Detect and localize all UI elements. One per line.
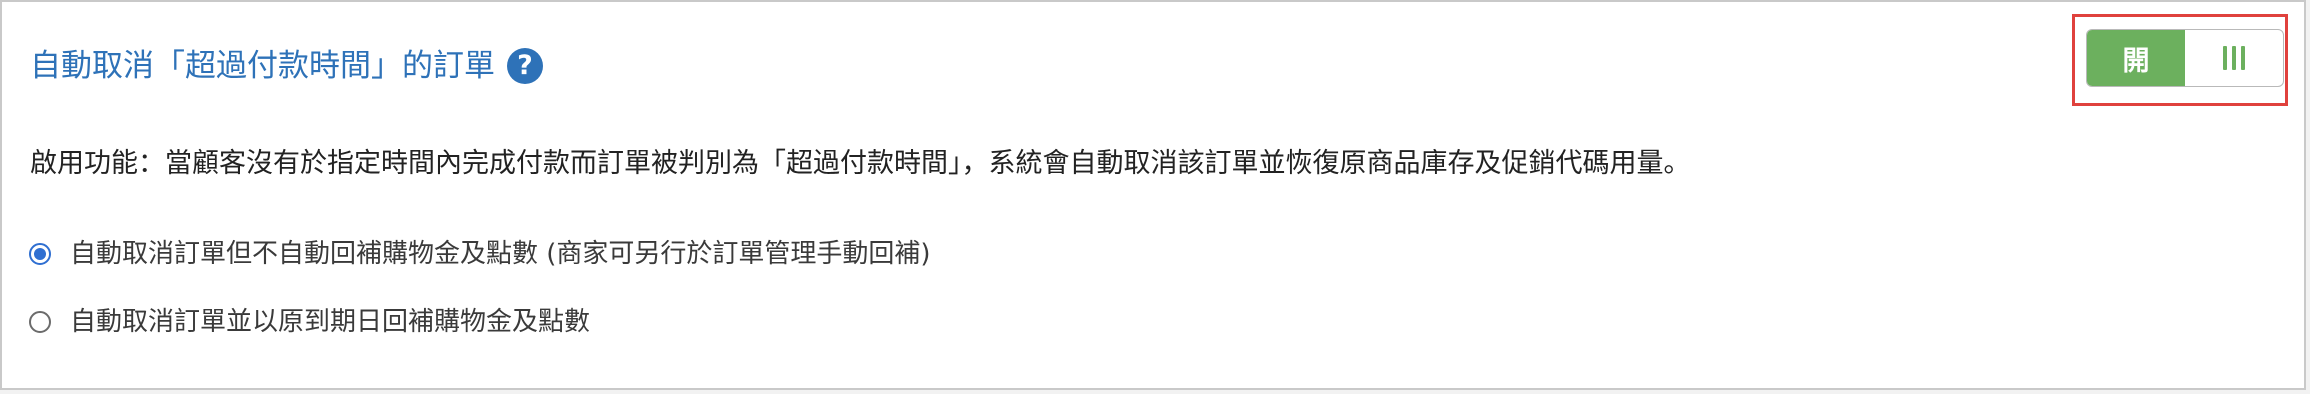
option-no-refund-credits[interactable]: 自動取消訂單但不自動回補購物金及點數 (商家可另行於訂單管理手動回補) <box>29 234 931 274</box>
setting-description: 啟用功能：當顧客沒有於指定時間內完成付款而訂單被判別為「超過付款時間」，系統會自… <box>30 148 1691 179</box>
radio-no-refund-credits[interactable] <box>29 243 51 265</box>
question-circle-icon[interactable]: ? <box>507 48 543 84</box>
grip-bar <box>2241 46 2245 70</box>
toggle-on-label: 開 <box>2087 30 2185 86</box>
grip-lines-icon[interactable] <box>2185 30 2283 86</box>
title-row: 自動取消「超過付款時間」的訂單 ? <box>30 42 543 90</box>
grip-bar <box>2223 46 2227 70</box>
setting-title: 自動取消「超過付款時間」的訂單 <box>30 48 495 84</box>
option-label: 自動取消訂單並以原到期日回補購物金及點數 <box>70 307 591 337</box>
enable-toggle-switch[interactable]: 開 <box>2086 29 2284 87</box>
radio-refund-credits-original-expiry[interactable] <box>29 311 51 333</box>
grip-bar <box>2232 46 2236 70</box>
option-label: 自動取消訂單但不自動回補購物金及點數 (商家可另行於訂單管理手動回補) <box>70 239 931 269</box>
auto-cancel-settings-panel: 自動取消「超過付款時間」的訂單 ? 啟用功能：當顧客沒有於指定時間內完成付款而訂… <box>0 0 2306 390</box>
option-refund-credits-original-expiry[interactable]: 自動取消訂單並以原到期日回補購物金及點數 <box>29 302 590 342</box>
